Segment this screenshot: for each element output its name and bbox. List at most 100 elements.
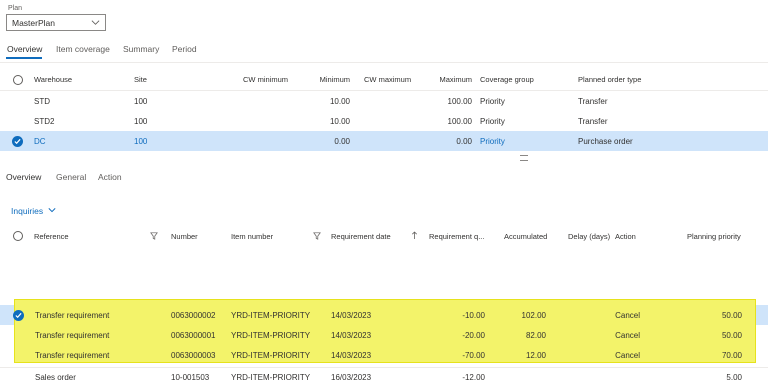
cell-action: Cancel (615, 351, 640, 360)
cell-item-number: YRD-ITEM-PRIORITY (231, 373, 311, 382)
sort-ascending-icon[interactable] (411, 231, 418, 240)
col-minimum[interactable]: Minimum (300, 75, 350, 84)
cell-reference: Transfer requirement (35, 351, 110, 360)
cell-site[interactable]: 100 (134, 137, 147, 146)
cell-action: Cancel (615, 331, 640, 340)
col-maximum[interactable]: Maximum (424, 75, 472, 84)
col-warehouse[interactable]: Warehouse (34, 75, 72, 84)
cell-planned-order-type: Purchase order (578, 137, 633, 146)
col-delay-days[interactable]: Delay (days) (568, 232, 610, 241)
cell-requirement-quantity: -70.00 (462, 351, 485, 360)
cell-accumulated: 12.00 (525, 351, 546, 360)
tab-action[interactable]: Action (98, 172, 122, 180)
cell-item-number: YRD-ITEM-PRIORITY (231, 331, 311, 340)
col-requirement-date[interactable]: Requirement date (331, 232, 391, 241)
cell-reference: Transfer requirement (35, 331, 110, 340)
col-action[interactable]: Action (615, 232, 636, 241)
cell-minimum: 10.00 (329, 97, 350, 106)
cell-maximum: 0.00 (456, 137, 472, 146)
net-grid-header: Reference Number Item number Requirement… (0, 228, 768, 241)
cell-requirement-quantity: -20.00 (462, 331, 485, 340)
tab-summary[interactable]: Summary (123, 44, 159, 54)
table-row[interactable]: STD 100 10.00 100.00 Priority Transfer (0, 91, 768, 111)
cell-maximum: 100.00 (447, 97, 472, 106)
cell-planning-priority: 50.00 (721, 331, 742, 340)
cell-minimum: 10.00 (329, 117, 350, 126)
cell-accumulated: 82.00 (525, 331, 546, 340)
filter-icon[interactable] (150, 232, 158, 240)
col-coverage-group[interactable]: Coverage group (480, 75, 534, 84)
inquiries-menu[interactable]: Inquiries (11, 206, 56, 216)
cell-requirement-date: 16/03/2023 (331, 373, 372, 382)
table-row[interactable]: Transfer requirement 0063000001 YRD-ITEM… (0, 325, 768, 345)
cell-minimum: 0.00 (334, 137, 350, 146)
chevron-down-icon (47, 208, 56, 213)
cell-number[interactable]: 0063000003 (171, 351, 216, 360)
chevron-down-icon (91, 20, 100, 25)
cell-coverage-group: Priority (480, 97, 505, 106)
col-requirement-quantity[interactable]: Requirement q... (429, 232, 484, 241)
col-item-number[interactable]: Item number (231, 232, 273, 241)
cell-requirement-quantity: -10.00 (462, 311, 485, 320)
cell-planning-priority: 5.00 (726, 373, 742, 382)
cell-site: 100 (134, 97, 148, 106)
checkmark-icon[interactable] (13, 310, 24, 321)
col-accumulated[interactable]: Accumulated (504, 232, 547, 241)
active-tab-indicator (6, 57, 42, 59)
cell-coverage-group[interactable]: Priority (480, 137, 505, 146)
inquiries-label: Inquiries (11, 206, 44, 216)
table-row-selected[interactable]: Transfer requirement 0063000002 YRD-ITEM… (0, 305, 768, 325)
col-planned-order-type[interactable]: Planned order type (578, 75, 641, 84)
tab-item-coverage[interactable]: Item coverage (56, 44, 110, 54)
cell-reference: Transfer requirement (35, 311, 110, 320)
table-row[interactable]: STD2 100 10.00 100.00 Priority Transfer (0, 111, 768, 131)
col-planning-priority[interactable]: Planning priority (687, 232, 741, 241)
cell-reference: Sales order (35, 373, 76, 382)
table-row-selected[interactable]: DC 100 0.00 0.00 Priority Purchase order (0, 131, 768, 151)
cell-requirement-quantity: -12.00 (462, 373, 485, 382)
cell-action: Cancel (615, 311, 640, 320)
col-cw-minimum[interactable]: CW minimum (236, 75, 288, 84)
cell-site: 100 (134, 117, 148, 126)
cell-warehouse[interactable]: DC (34, 137, 46, 146)
lower-tab-bar: Overview General Action (6, 171, 206, 180)
col-reference[interactable]: Reference (34, 232, 69, 241)
tab-general[interactable]: General (56, 172, 86, 180)
col-cw-maximum[interactable]: CW maximum (364, 75, 411, 84)
cell-warehouse: STD (34, 97, 50, 106)
cell-planning-priority: 50.00 (721, 311, 742, 320)
tab-overview[interactable]: Overview (7, 44, 42, 54)
cell-number[interactable]: 0063000001 (171, 331, 216, 340)
cell-warehouse: STD2 (34, 117, 55, 126)
plan-dropdown-value: MasterPlan (12, 18, 55, 28)
cell-planning-priority: 70.00 (721, 351, 742, 360)
tab-period[interactable]: Period (172, 44, 197, 54)
cell-coverage-group: Priority (480, 117, 505, 126)
cell-requirement-date: 14/03/2023 (331, 311, 372, 320)
checkmark-icon[interactable] (12, 136, 23, 147)
cell-requirement-date: 14/03/2023 (331, 331, 372, 340)
filter-icon[interactable] (313, 232, 321, 240)
col-number[interactable]: Number (171, 232, 198, 241)
table-row[interactable]: Sales order 10-001503 YRD-ITEM-PRIORITY … (0, 367, 768, 387)
cell-maximum: 100.00 (447, 117, 472, 126)
col-site[interactable]: Site (134, 75, 147, 84)
cell-planned-order-type: Transfer (578, 97, 608, 106)
cell-number[interactable]: 10-001503 (171, 373, 209, 382)
blank-area (0, 241, 768, 298)
cell-item-number: YRD-ITEM-PRIORITY (231, 351, 311, 360)
divider (0, 62, 768, 63)
cell-item-number: YRD-ITEM-PRIORITY (231, 311, 311, 320)
splitter-handle[interactable] (520, 155, 528, 161)
plan-label: Plan (8, 5, 23, 12)
tab-overview-lower[interactable]: Overview (6, 172, 41, 180)
coverage-grid-header: Warehouse Site CW minimum Minimum CW max… (0, 71, 768, 90)
cell-requirement-date: 14/03/2023 (331, 351, 372, 360)
cell-planned-order-type: Transfer (578, 117, 608, 126)
plan-dropdown[interactable]: MasterPlan (6, 14, 106, 31)
cell-accumulated: 102.00 (521, 311, 546, 320)
cell-number[interactable]: 0063000002 (171, 311, 216, 320)
select-all-radio[interactable] (13, 75, 23, 85)
table-row[interactable]: Transfer requirement 0063000003 YRD-ITEM… (0, 345, 768, 365)
select-all-radio[interactable] (13, 231, 23, 241)
